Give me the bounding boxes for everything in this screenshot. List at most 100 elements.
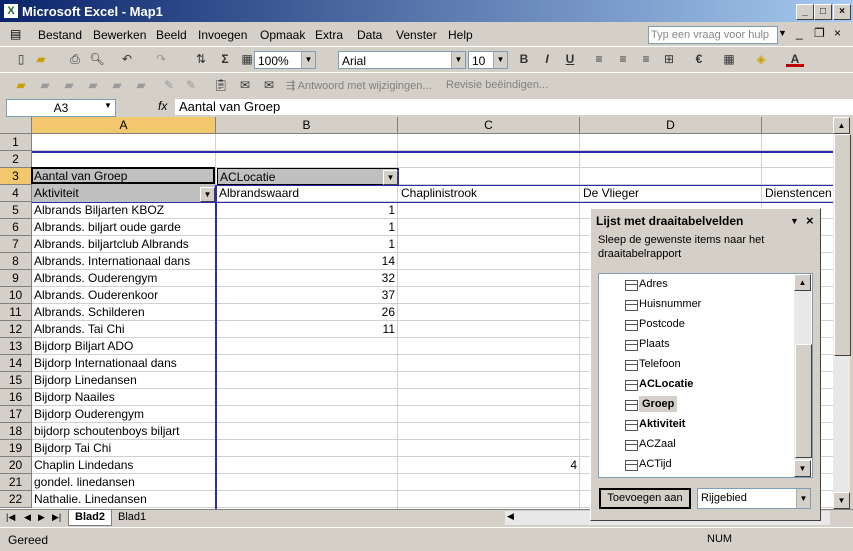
scroll-up-icon[interactable]: ▲ [794, 274, 811, 291]
pivot-field-item[interactable]: Postcode [639, 316, 685, 332]
next-comment-icon[interactable]: ▰ [60, 76, 78, 94]
scroll-up-icon[interactable]: ▲ [833, 117, 850, 134]
chevron-down-icon[interactable]: ▼ [301, 52, 315, 68]
open-icon[interactable]: ▰ [32, 50, 50, 68]
row-header[interactable]: 9 [0, 270, 32, 287]
align-center-icon[interactable]: ≡ [614, 50, 632, 68]
vertical-scrollbar[interactable]: ▲ ▼ [833, 117, 851, 509]
name-box[interactable]: A3 [6, 99, 116, 117]
field-list[interactable]: Adres Huisnummer Postcode Plaats Telefoon ACL… [598, 273, 813, 478]
merge-center-icon[interactable]: ⊞ [660, 50, 678, 68]
chevron-down-icon[interactable]: ▼ [796, 489, 810, 508]
chevron-down-icon[interactable]: ▼ [493, 52, 507, 68]
pivot-row-field[interactable]: Aktiviteit [32, 185, 215, 202]
menu-venster[interactable]: Venster [396, 28, 437, 42]
help-dropdown-icon[interactable]: ▼ [778, 28, 787, 38]
row-header[interactable]: 8 [0, 253, 32, 270]
pivot-value-albrandswaard[interactable]: 1 [217, 202, 398, 219]
pivot-value-chaplinistrook[interactable] [399, 355, 580, 372]
help-search-input[interactable]: Typ een vraag voor hulp [648, 26, 778, 44]
tab-prev-icon[interactable]: ◀ [24, 512, 31, 523]
chevron-down-icon[interactable]: ▼ [200, 187, 215, 202]
row-header[interactable]: 15 [0, 372, 32, 389]
pivot-value-chaplinistrook[interactable] [399, 202, 580, 219]
row-header[interactable]: 4 [0, 185, 32, 202]
pivot-field-item[interactable]: Huisnummer [639, 296, 701, 312]
pivot-row-label[interactable]: Albrands. Ouderengym [32, 270, 215, 287]
pivot-field-item[interactable]: Plaats [639, 336, 670, 352]
pivot-value-chaplinistrook[interactable] [399, 423, 580, 440]
pivot-column-field[interactable]: ACLocatie [217, 168, 398, 185]
answer-with-changes-button[interactable]: ⇶ Antwoord met wijzigingen... [286, 79, 432, 92]
menu-bestand[interactable]: Bestand [38, 28, 82, 42]
row-header[interactable]: 6 [0, 219, 32, 236]
send-icon[interactable]: ✉ [260, 76, 278, 94]
pivot-value-albrandswaard[interactable] [217, 389, 398, 406]
column-header-d[interactable]: D [580, 117, 762, 134]
pivot-value-albrandswaard[interactable] [217, 406, 398, 423]
sort-icon[interactable]: ⇅ [192, 50, 210, 68]
pivot-row-label[interactable]: Bijdorp Internationaal dans [32, 355, 215, 372]
tab-first-icon[interactable]: |◀ [6, 512, 15, 523]
pivot-value-chaplinistrook[interactable] [399, 406, 580, 423]
row-header[interactable]: 19 [0, 440, 32, 457]
column-header-a[interactable]: A [32, 117, 216, 134]
clipboard-icon[interactable]: 📋︎ [212, 76, 230, 94]
ink-icon[interactable]: ✎ [182, 76, 200, 94]
doc-minimize-icon[interactable]: _ [796, 26, 803, 40]
pivot-value-chaplinistrook[interactable] [399, 270, 580, 287]
menu-bewerken[interactable]: Bewerken [93, 28, 146, 42]
pivot-value-chaplinistrook[interactable]: 4 [399, 457, 580, 474]
pivot-value-albrandswaard[interactable]: 14 [217, 253, 398, 270]
name-box-dropdown-icon[interactable]: ▼ [104, 101, 112, 110]
pivot-value-albrandswaard[interactable] [217, 440, 398, 457]
pivot-value-albrandswaard[interactable] [217, 474, 398, 491]
pivot-value-albrandswaard[interactable] [217, 338, 398, 355]
pivot-row-label[interactable]: Albrands. Schilderen [32, 304, 215, 321]
pivot-value-chaplinistrook[interactable] [399, 236, 580, 253]
pivot-row-label[interactable]: Albrands. biljartclub Albrands [32, 236, 215, 253]
bold-button[interactable]: B [515, 50, 533, 68]
pivot-row-label[interactable]: Bijdorp Linedansen [32, 372, 215, 389]
autosum-icon[interactable]: Σ [216, 50, 234, 68]
pivot-value-chaplinistrook[interactable] [399, 474, 580, 491]
scroll-down-icon[interactable]: ▼ [794, 460, 811, 477]
pivot-value-albrandswaard[interactable] [217, 457, 398, 474]
borders-icon[interactable]: ▦ [720, 50, 738, 68]
menu-data[interactable]: Data [357, 28, 382, 42]
maximize-button[interactable]: □ [814, 4, 832, 20]
field-list-scrollbar[interactable]: ▲ ▼ [794, 274, 812, 477]
area-select[interactable]: Rijgebied ▼ [697, 488, 811, 509]
new-icon[interactable]: ▯ [12, 50, 30, 68]
pivot-row-label[interactable]: Albrands. Ouderenkoor [32, 287, 215, 304]
show-comment-icon[interactable]: ▰ [84, 76, 102, 94]
row-header[interactable]: 1 [0, 134, 32, 151]
italic-button[interactable]: I [538, 50, 556, 68]
pivot-value-albrandswaard[interactable] [217, 372, 398, 389]
pivot-row-label[interactable]: Nathalie. Linedansen [32, 491, 215, 508]
pivot-field-item[interactable]: Adres [639, 276, 668, 292]
row-header[interactable]: 22 [0, 491, 32, 508]
new-comment-icon[interactable]: ▰ [12, 76, 30, 94]
row-header[interactable]: 2 [0, 151, 32, 168]
pivot-field-item[interactable]: Aktiviteit [639, 416, 685, 432]
pivot-field-item[interactable]: Groep [639, 396, 678, 412]
doc-restore-icon[interactable]: ❐ [814, 26, 825, 40]
redo-icon[interactable]: ↷ [152, 50, 170, 68]
menu-opmaak[interactable]: Opmaak [260, 28, 305, 42]
prev-comment-icon[interactable]: ▰ [36, 76, 54, 94]
pivot-value-chaplinistrook[interactable] [399, 219, 580, 236]
pivot-value-albrandswaard[interactable] [217, 491, 398, 508]
sheet-tab-blad2[interactable]: Blad2 [68, 510, 112, 526]
row-header[interactable]: 18 [0, 423, 32, 440]
tab-next-icon[interactable]: ▶ [38, 512, 45, 523]
row-header[interactable]: 7 [0, 236, 32, 253]
row-header[interactable]: 11 [0, 304, 32, 321]
print-icon[interactable]: ⎙ [66, 50, 84, 68]
row-header[interactable]: 13 [0, 338, 32, 355]
row-header[interactable]: 14 [0, 355, 32, 372]
pivot-value-albrandswaard[interactable]: 11 [217, 321, 398, 338]
row-header[interactable]: 10 [0, 287, 32, 304]
pivot-row-label[interactable]: Albrands. biljart oude garde [32, 219, 215, 236]
excel-icon[interactable]: X [4, 4, 18, 18]
